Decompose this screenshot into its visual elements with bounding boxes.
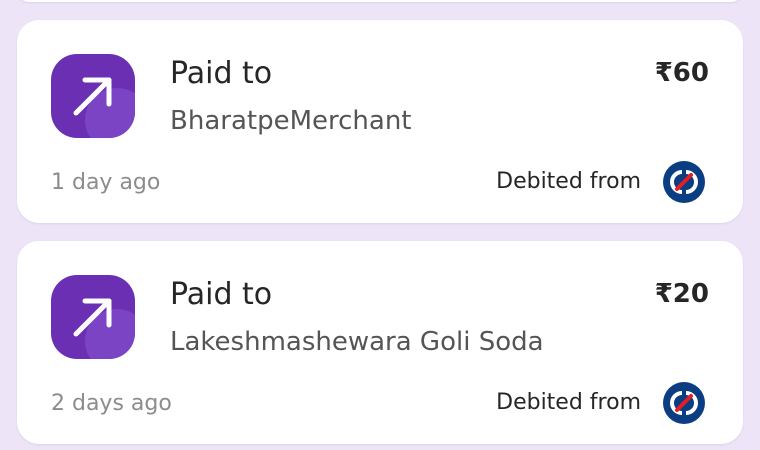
kotak-bank-logo-icon (663, 161, 705, 203)
transaction-amount: ₹60 (654, 58, 709, 88)
transaction-time: 1 day ago (51, 170, 161, 195)
arrow-up-right-icon (51, 275, 135, 359)
transaction-time: 2 days ago (51, 391, 172, 416)
debited-from-label: Debited from (496, 169, 641, 194)
debited-from-label: Debited from (496, 390, 641, 415)
transaction-amount: ₹20 (654, 279, 709, 309)
transaction-title: Paid to (170, 56, 273, 91)
transaction-card[interactable]: Paid to BharatpeMerchant ₹60 1 day ago D… (17, 20, 743, 223)
transaction-title: Paid to (170, 277, 273, 312)
kotak-bank-logo-icon (663, 382, 705, 424)
previous-transaction-card[interactable] (17, 0, 743, 2)
transaction-card[interactable]: Paid to Lakeshmashewara Goli Soda ₹20 2 … (17, 241, 743, 444)
merchant-name: Lakeshmashewara Goli Soda (170, 327, 544, 357)
merchant-name: BharatpeMerchant (170, 106, 412, 136)
arrow-up-right-icon (51, 54, 135, 138)
